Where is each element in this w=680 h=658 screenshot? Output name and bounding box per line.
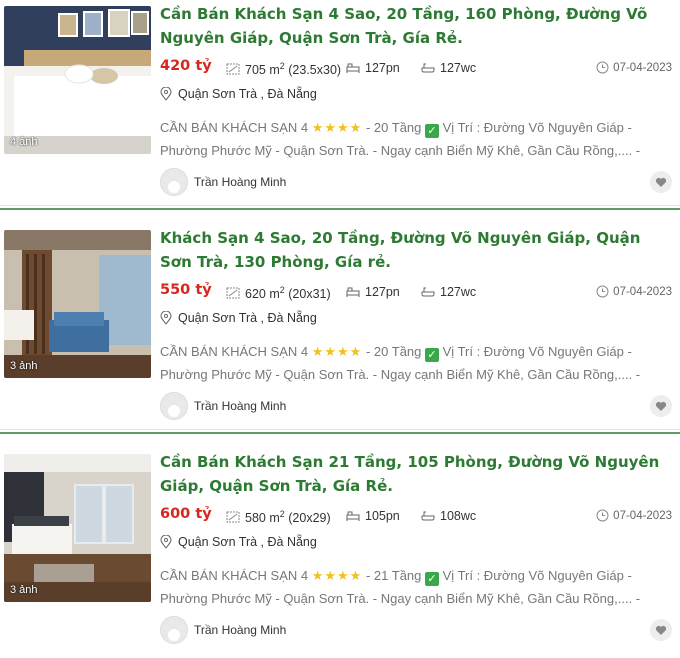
area-value: 580 m — [245, 511, 280, 526]
dimensions: (20x31) — [288, 287, 331, 302]
listing-bedrooms: 105pn — [346, 509, 400, 523]
listing-card[interactable]: 3 ảnh Khách Sạn 4 Sao, 20 Tầng, Đường Võ… — [0, 224, 680, 434]
photo-count: 4 ảnh — [10, 136, 38, 148]
author-name: Trần Hoàng Minh — [194, 623, 287, 637]
listing-area: 620 m2 (20x31) — [226, 285, 331, 301]
listing-location: Quận Sơn Trà , Đà Nẵng — [160, 87, 317, 101]
location-pin-icon — [160, 535, 172, 549]
bed-icon — [346, 63, 360, 73]
listing-location: Quận Sơn Trà , Đà Nẵng — [160, 311, 317, 325]
author-name: Trần Hoàng Minh — [194, 175, 287, 189]
listing-area: 705 m2 (23.5x30) — [226, 61, 341, 77]
area-value: 705 m — [245, 63, 280, 78]
listing-title[interactable]: Cần Bán Khách Sạn 4 Sao, 20 Tầng, 160 Ph… — [160, 2, 665, 50]
location-pin-icon — [160, 87, 172, 101]
clock-icon — [596, 509, 609, 522]
listing-date: 07-04-2023 — [596, 61, 672, 74]
location-pin-icon — [160, 311, 172, 325]
listing-title[interactable]: Khách Sạn 4 Sao, 20 Tầng, Đường Võ Nguyê… — [160, 226, 665, 274]
area-value: 620 m — [245, 287, 280, 302]
bath-icon — [421, 63, 435, 73]
bath-icon — [421, 511, 435, 521]
listing-photo[interactable]: 4 ảnh — [4, 6, 151, 154]
location-text: Quận Sơn Trà , Đà Nẵng — [178, 87, 317, 101]
listing-bathrooms: 127wc — [421, 61, 476, 75]
area-icon — [226, 287, 240, 299]
date-text: 07-04-2023 — [613, 285, 672, 298]
desc-part: - 20 Tầng — [365, 344, 422, 359]
listing-bedrooms: 127pn — [346, 61, 400, 75]
heart-icon[interactable] — [650, 619, 672, 641]
listing-photo[interactable]: 3 ảnh — [4, 230, 151, 378]
photo-count: 3 ảnh — [10, 360, 38, 372]
listing-price: 550 tỷ — [160, 282, 212, 298]
heart-icon[interactable] — [650, 395, 672, 417]
bedroom-count: 105pn — [365, 509, 400, 523]
date-text: 07-04-2023 — [613, 61, 672, 74]
area-icon — [226, 511, 240, 523]
listing-card[interactable]: 4 ảnh Cần Bán Khách Sạn 4 Sao, 20 Tầng, … — [0, 0, 680, 210]
divider — [0, 429, 680, 430]
listing-card[interactable]: 3 ảnh Cần Bán Khách Sạn 21 Tầng, 105 Phò… — [0, 448, 680, 658]
bath-icon — [421, 287, 435, 297]
listing-photo[interactable]: 3 ảnh — [4, 454, 151, 602]
star-rating: ★★★★ — [311, 568, 363, 583]
check-box-icon: ✓ — [425, 348, 440, 362]
listing-description: CẦN BÁN KHÁCH SẠN 4 ★★★★ - 21 Tầng ✓ Vị … — [160, 564, 660, 610]
listing-date: 07-04-2023 — [596, 285, 672, 298]
bedroom-count: 127pn — [365, 61, 400, 75]
check-box-icon: ✓ — [425, 124, 440, 138]
divider — [0, 205, 680, 206]
area-unit-sup: 2 — [279, 61, 285, 71]
location-text: Quận Sơn Trà , Đà Nẵng — [178, 311, 317, 325]
listing-list: 4 ảnh Cần Bán Khách Sạn 4 Sao, 20 Tầng, … — [0, 0, 680, 656]
listing-date: 07-04-2023 — [596, 509, 672, 522]
avatar — [160, 616, 188, 644]
desc-part: CẦN BÁN KHÁCH SẠN 4 — [160, 568, 309, 583]
heart-icon[interactable] — [650, 171, 672, 193]
star-rating: ★★★★ — [311, 344, 363, 359]
dimensions: (20x29) — [288, 511, 331, 526]
area-icon — [226, 63, 240, 75]
bed-icon — [346, 287, 360, 297]
author-name: Trần Hoàng Minh — [194, 399, 287, 413]
listing-description: CẦN BÁN KHÁCH SẠN 4 ★★★★ - 20 Tầng ✓ Vị … — [160, 116, 660, 162]
listing-bedrooms: 127pn — [346, 285, 400, 299]
area-unit-sup: 2 — [279, 285, 285, 295]
listing-description: CẦN BÁN KHÁCH SẠN 4 ★★★★ - 20 Tầng ✓ Vị … — [160, 340, 660, 386]
listing-title[interactable]: Cần Bán Khách Sạn 21 Tầng, 105 Phòng, Đư… — [160, 450, 665, 498]
listing-author[interactable]: Trần Hoàng Minh — [160, 168, 286, 196]
area-unit-sup: 2 — [279, 509, 285, 519]
listing-location: Quận Sơn Trà , Đà Nẵng — [160, 535, 317, 549]
clock-icon — [596, 285, 609, 298]
location-text: Quận Sơn Trà , Đà Nẵng — [178, 535, 317, 549]
clock-icon — [596, 61, 609, 74]
check-box-icon: ✓ — [425, 572, 440, 586]
listing-bathrooms: 127wc — [421, 285, 476, 299]
listing-author[interactable]: Trần Hoàng Minh — [160, 616, 286, 644]
avatar — [160, 168, 188, 196]
desc-part: - 21 Tầng — [365, 568, 422, 583]
bed-icon — [346, 511, 360, 521]
bedroom-count: 127pn — [365, 285, 400, 299]
bathroom-count: 108wc — [440, 509, 477, 523]
divider — [0, 208, 680, 210]
photo-count: 3 ảnh — [10, 584, 38, 596]
listing-area: 580 m2 (20x29) — [226, 509, 331, 525]
desc-part: CẦN BÁN KHÁCH SẠN 4 — [160, 120, 309, 135]
divider — [0, 432, 680, 434]
desc-part: - 20 Tầng — [365, 120, 422, 135]
bathroom-count: 127wc — [440, 61, 477, 75]
listing-price: 420 tỷ — [160, 58, 212, 74]
listing-bathrooms: 108wc — [421, 509, 476, 523]
bathroom-count: 127wc — [440, 285, 477, 299]
listing-price: 600 tỷ — [160, 506, 212, 522]
date-text: 07-04-2023 — [613, 509, 672, 522]
avatar — [160, 392, 188, 420]
listing-author[interactable]: Trần Hoàng Minh — [160, 392, 286, 420]
desc-part: CẦN BÁN KHÁCH SẠN 4 — [160, 344, 309, 359]
star-rating: ★★★★ — [311, 120, 363, 135]
dimensions: (23.5x30) — [288, 63, 342, 78]
